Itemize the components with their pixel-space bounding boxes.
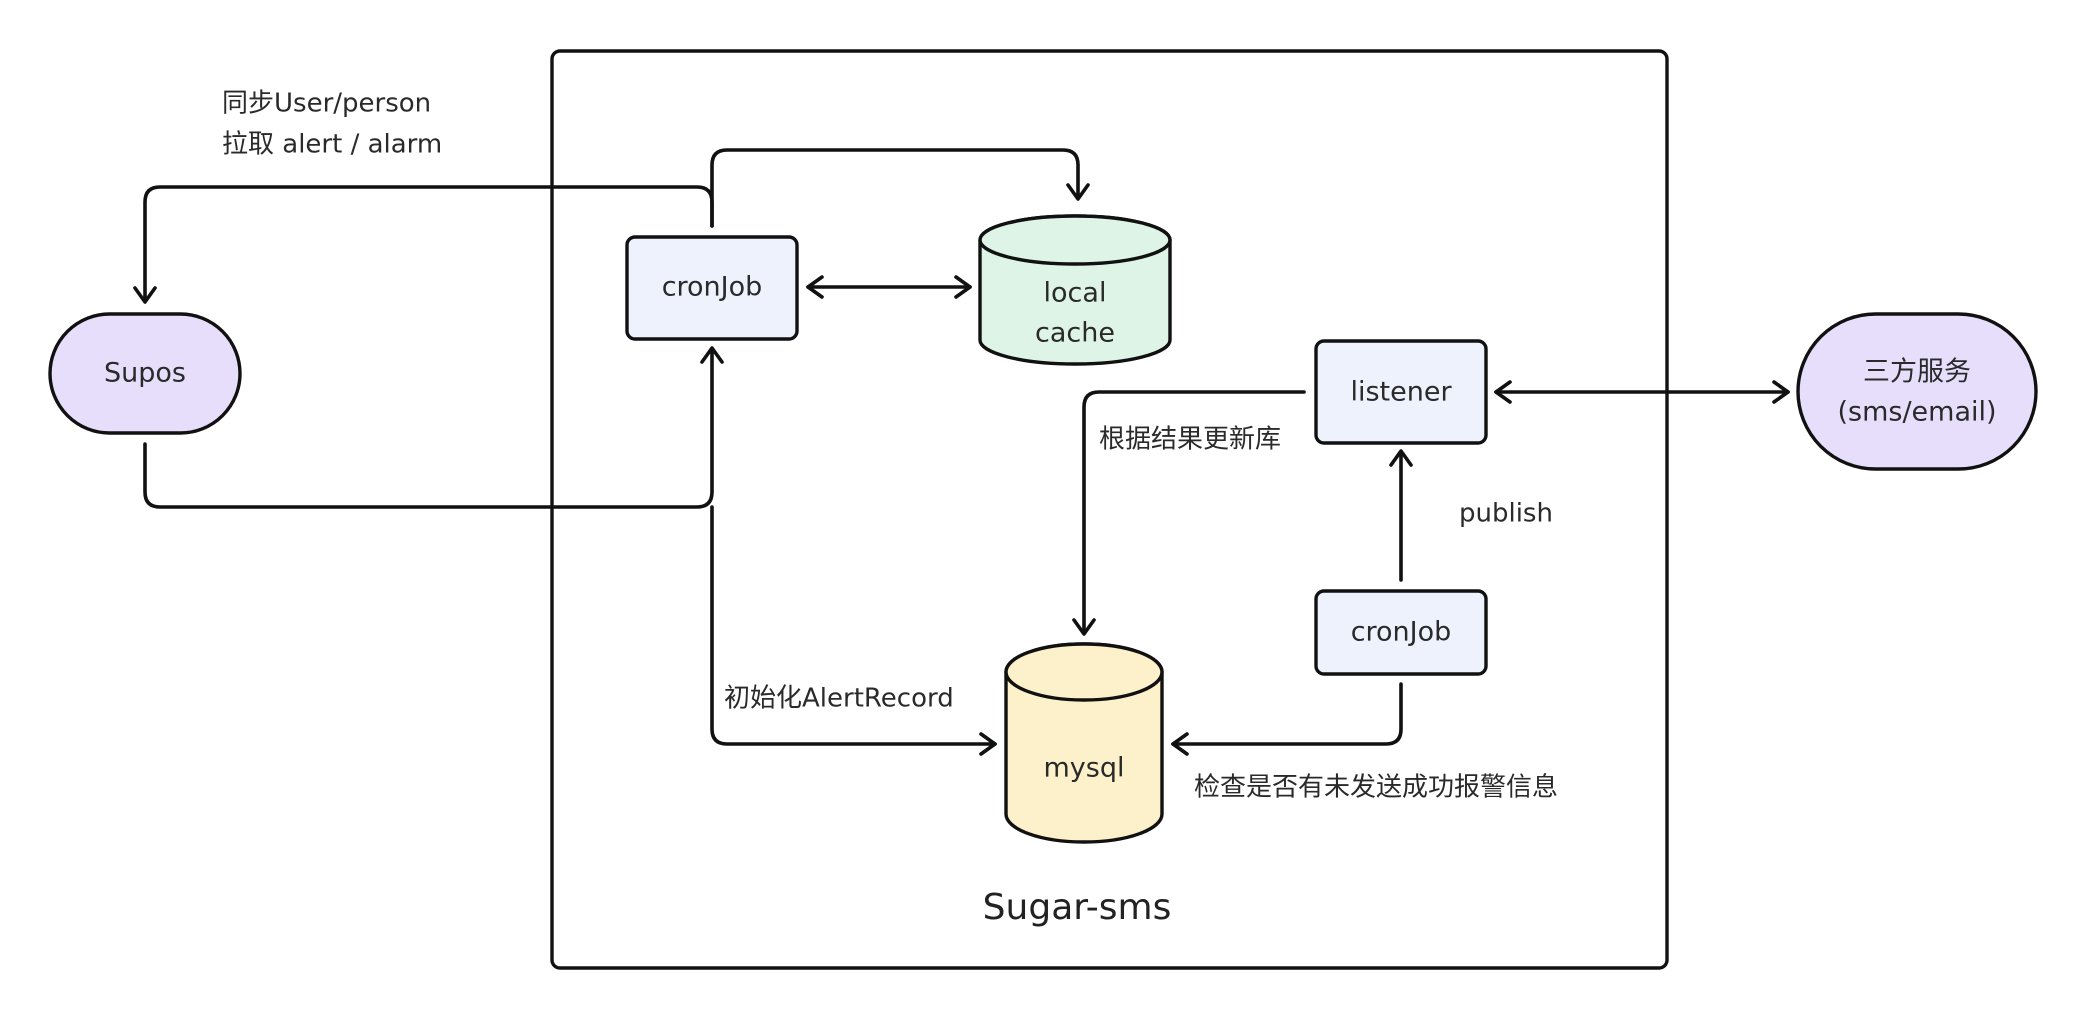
listener-node: listener [1314,339,1488,445]
cronjob-bottom-node: cronJob [1314,589,1488,676]
third-party-node: 三方服务 (sms/email) [1796,312,2038,471]
mysql-top [1004,642,1164,702]
edge-label-update-db: 根据结果更新库 [1099,425,1281,455]
third-party-label-line1: 三方服务 [1863,357,1971,388]
mysql-label: mysql [1044,753,1125,784]
local-cache-label-line2: cache [1035,318,1115,349]
local-cache-top [978,214,1172,266]
container-label: Sugar-sms [983,887,1172,928]
third-party-label-line2: (sms/email) [1837,397,1996,428]
edge-label-init-alert-record: 初始化AlertRecord [724,684,954,714]
edge-label-check-unsent: 检查是否有未发送成功报警信息 [1194,773,1558,803]
cronjob-top-node: cronJob [625,235,799,341]
system-architecture-diagram: Supos cronJob local cache listener 三方服务 … [48,49,2038,970]
cronjob-bottom-label: cronJob [1351,617,1452,648]
cronjob-top-label: cronJob [662,272,763,303]
third-party-shape [1796,312,2038,471]
edge-label-publish: publish [1459,499,1553,529]
local-cache-node: local cache [978,214,1172,366]
listener-label: listener [1350,377,1452,408]
local-cache-label-line1: local [1044,278,1107,309]
edge-label-sync-line1: 同步User/person [222,89,431,119]
edge-label-sync-line2: 拉取 alert / alarm [222,130,442,160]
mysql-node: mysql [1004,642,1164,844]
supos-node: Supos [48,312,242,435]
supos-label: Supos [104,358,186,389]
